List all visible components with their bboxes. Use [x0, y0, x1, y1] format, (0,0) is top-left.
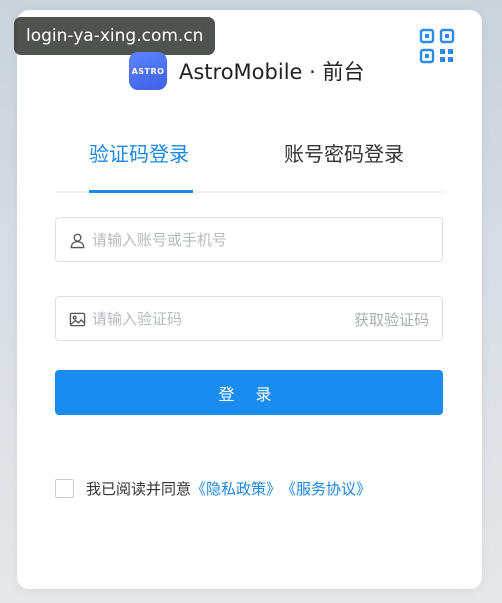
agreement-row: 我已阅读并同意 《隐私政策》 《服务协议》: [55, 478, 371, 498]
agreement-text: 我已阅读并同意: [86, 479, 192, 498]
login-button[interactable]: 登 录: [55, 370, 443, 415]
tab-password-login[interactable]: 账号密码登录: [284, 138, 404, 167]
code-field[interactable]: 获取验证码: [55, 296, 443, 341]
qr-code-icon[interactable]: [418, 27, 456, 65]
get-code-button[interactable]: 获取验证码: [354, 309, 429, 330]
privacy-policy-link[interactable]: 《隐私政策》: [191, 478, 281, 499]
app-logo: ASTRO: [129, 52, 167, 90]
agreement-checkbox[interactable]: [55, 478, 74, 498]
account-input[interactable]: [92, 218, 372, 261]
app-title: AstroMobile · 前台: [179, 60, 365, 84]
image-icon: [69, 312, 86, 327]
code-input[interactable]: [92, 297, 372, 340]
domain-watermark: login-ya-xing.com.cn: [14, 17, 216, 55]
account-field[interactable]: [55, 217, 443, 262]
service-agreement-link[interactable]: 《服务协议》: [281, 478, 371, 499]
active-tab-indicator: [89, 190, 193, 193]
user-icon: [70, 233, 85, 249]
tab-sms-login[interactable]: 验证码登录: [89, 138, 189, 167]
